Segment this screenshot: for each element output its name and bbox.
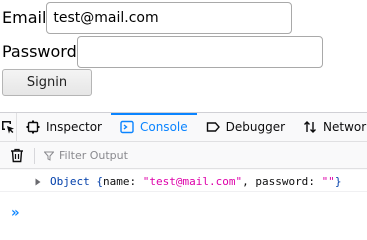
clear-console-button[interactable] [0, 148, 34, 163]
console-output: Object { name : "test@mail.com" , passwo… [0, 170, 367, 224]
object-value-name: "test@mail.com" [142, 175, 243, 188]
page: Email Password Signin [0, 0, 367, 224]
element-picker-button[interactable] [0, 113, 17, 141]
tab-network-label: Network [323, 120, 367, 134]
email-row: Email [2, 2, 293, 34]
object-suffix: } [334, 175, 342, 188]
expand-arrow-icon[interactable] [34, 177, 44, 187]
devtools-panel: Inspector Console Debugger Networ Filter… [0, 112, 367, 224]
filter-output-placeholder: Filter Output [59, 149, 128, 162]
password-input[interactable] [76, 36, 323, 68]
signin-button[interactable]: Signin [2, 69, 92, 96]
signin-form: Email Password Signin [0, 0, 367, 98]
network-icon [304, 121, 317, 133]
object-key-name: name [102, 175, 130, 188]
console-message[interactable]: Object { name : "test@mail.com" , passwo… [0, 172, 367, 192]
inspector-icon [26, 120, 40, 134]
tab-network[interactable]: Network [294, 113, 367, 141]
object-prefix: Object { [50, 175, 103, 188]
debugger-icon [206, 122, 220, 132]
password-row: Password [2, 35, 323, 69]
tab-console-label: Console [139, 120, 188, 134]
tab-console[interactable]: Console [110, 113, 197, 141]
prompt-chevron-icon: » [11, 205, 20, 221]
comma-separator: , [242, 175, 256, 188]
devtools-tabbar: Inspector Console Debugger Networ [0, 113, 367, 142]
colon-separator: : [129, 175, 143, 188]
object-value-password: "" [321, 175, 335, 188]
tab-inspector-label: Inspector [46, 120, 102, 134]
tab-debugger-label: Debugger [225, 120, 286, 134]
password-label: Password [2, 42, 77, 61]
colon-separator: : [308, 175, 322, 188]
filter-icon [44, 151, 54, 161]
email-label: Email [2, 8, 47, 27]
element-picker-icon [2, 121, 14, 134]
email-input[interactable] [46, 2, 293, 34]
console-icon [120, 120, 134, 134]
trash-icon [11, 148, 23, 163]
tab-debugger[interactable]: Debugger [197, 113, 294, 141]
object-key-password: password [255, 175, 309, 188]
filter-output-input[interactable]: Filter Output [35, 149, 128, 162]
tab-inspector[interactable]: Inspector [17, 113, 111, 141]
console-input-prompt[interactable]: » [11, 204, 19, 222]
console-toolbar: Filter Output [0, 143, 367, 169]
